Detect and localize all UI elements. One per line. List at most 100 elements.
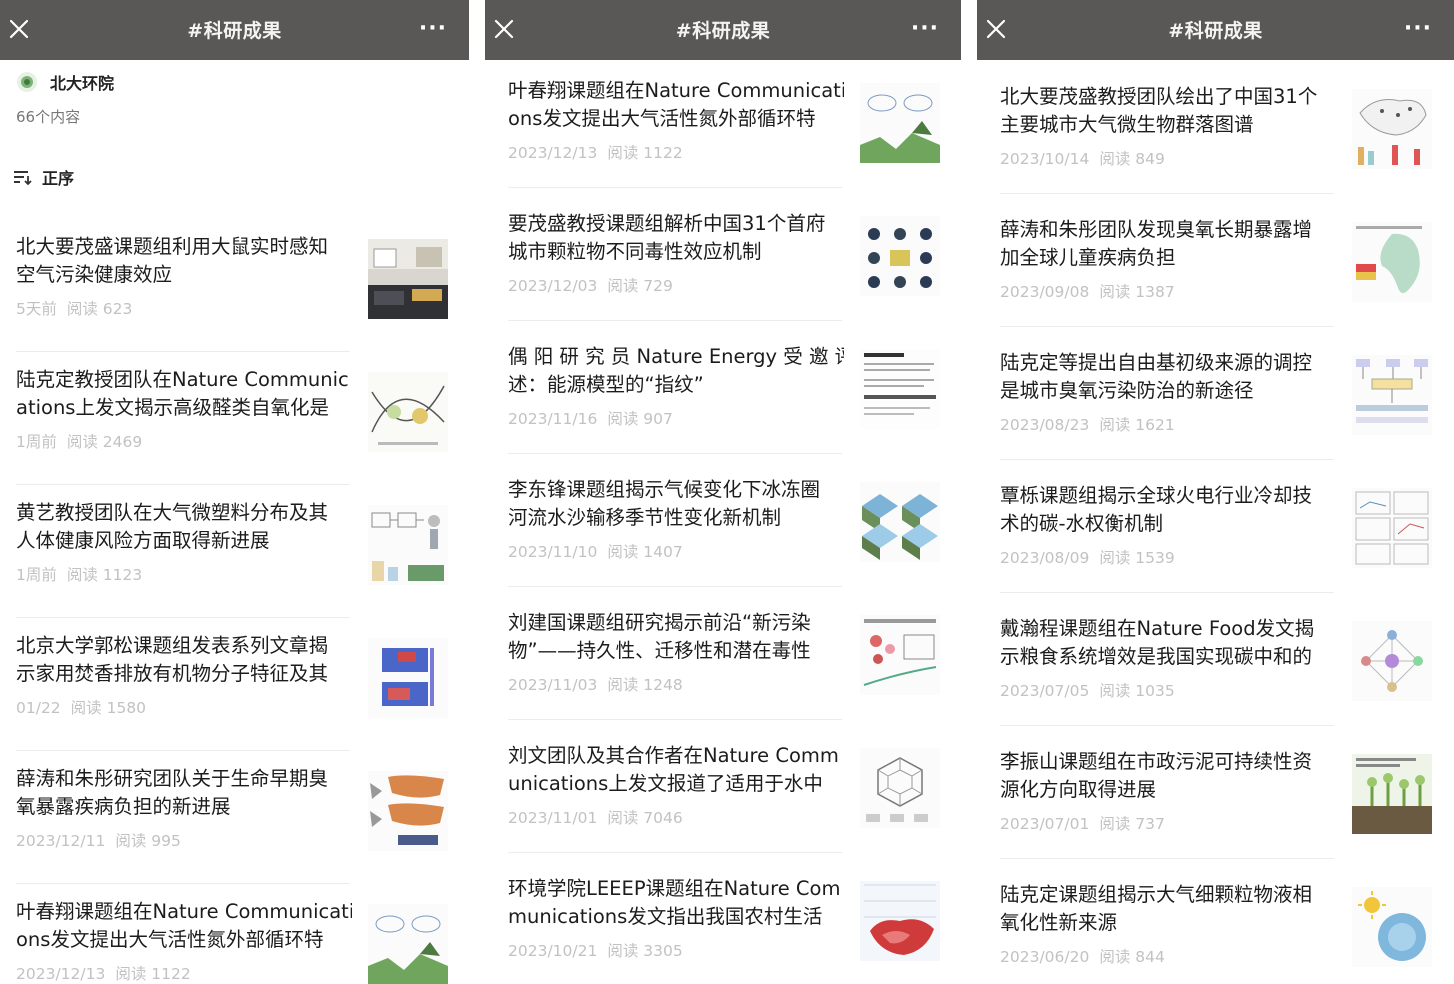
- separator: [508, 719, 842, 720]
- separator: [1000, 459, 1334, 460]
- network-diagram-icon: [1352, 621, 1432, 701]
- article-meta: 2023/12/11 阅读 995: [16, 829, 181, 851]
- sort-label: 正序: [42, 169, 75, 188]
- article-time: 2023/06/20: [1000, 948, 1090, 966]
- title-line-2: ons发文提出大气活性氮外部循环特: [508, 107, 816, 130]
- article-title: 北大要茂盛教授团队绘出了中国31个 主要城市大气微生物群落图谱: [1000, 83, 1336, 139]
- article-item[interactable]: 薛涛和朱彤团队发现臭氧长期暴露增 加全球儿童疾病负担 2023/09/08 阅读 …: [1000, 216, 1440, 327]
- article-meta: 2023/07/01 阅读 737: [1000, 812, 1165, 834]
- article-time: 2023/11/03: [508, 676, 598, 694]
- title-line-1: 陆克定课题组揭示大气细颗粒物液相: [1000, 883, 1313, 906]
- article-item[interactable]: 北大要茂盛课题组利用大鼠实时感知 空气污染健康效应 5天前 阅读 623: [16, 233, 450, 352]
- article-time: 2023/10/14: [1000, 150, 1090, 168]
- title-line-2: 氧化性新来源: [1000, 911, 1118, 934]
- article-title: 覃栎课题组揭示全球火电行业冷却技 术的碳-水权衡机制: [1000, 482, 1336, 538]
- title-line-1: 薛涛和朱彤研究团队关于生命早期臭: [16, 767, 329, 790]
- title-line-2: 源化方向取得进展: [1000, 778, 1157, 801]
- article-title: 要茂盛教授课题组解析中国31个首府 城市颗粒物不同毒性效应机制: [508, 210, 844, 266]
- article-meta: 1周前 阅读 1123: [16, 563, 142, 585]
- article-reads: 阅读 907: [607, 410, 673, 428]
- world-maps-icon: [368, 771, 448, 851]
- flow-diagram-icon: [368, 505, 448, 585]
- separator: [16, 484, 350, 485]
- article-time: 01/22: [16, 699, 61, 717]
- article-item[interactable]: 李东锋课题组揭示气候变化下冰冻圈 河流水沙输移季节性变化新机制 2023/11/…: [508, 476, 948, 587]
- article-title: 陆克定等提出自由基初级来源的调控 是城市臭氧污染防治的新途径: [1000, 349, 1336, 405]
- pollutant-diagram-icon: [860, 615, 940, 695]
- article-item[interactable]: 陆克定等提出自由基初级来源的调控 是城市臭氧污染防治的新途径 2023/08/2…: [1000, 349, 1440, 460]
- article-reads: 阅读 737: [1099, 815, 1165, 833]
- article-title: 叶春翔课题组在Nature Communicati ons发文提出大气活性氮外部…: [508, 77, 844, 133]
- article-item[interactable]: 陆克定教授团队在Nature Communic ations上发文揭示高级醛类自…: [16, 366, 450, 485]
- article-item[interactable]: 叶春翔课题组在Nature Communicati ons发文提出大气活性氮外部…: [16, 898, 450, 984]
- article-reads: 阅读 849: [1099, 150, 1165, 168]
- separator: [508, 586, 842, 587]
- title-line-1: 偶 阳 研 究 员 Nature Energy 受 邀 评: [508, 345, 844, 368]
- article-thumbnail: [1352, 222, 1432, 302]
- article-reads: 阅读 3305: [607, 942, 683, 960]
- title-line-1: 薛涛和朱彤团队发现臭氧长期暴露增: [1000, 218, 1313, 241]
- article-meta: 2023/11/03 阅读 1248: [508, 673, 683, 695]
- title-line-1: 环境学院LEEEP课题组在Nature Com: [508, 877, 841, 900]
- article-thumbnail: [368, 638, 448, 718]
- article-title: 薛涛和朱彤团队发现臭氧长期暴露增 加全球儿童疾病负担: [1000, 216, 1336, 272]
- top-bar: #科研成果 ···: [977, 0, 1454, 60]
- title-line-2: 人体健康风险方面取得新进展: [16, 529, 270, 552]
- article-item[interactable]: 戴瀚程课题组在Nature Food发文揭 示粮食系统增效是我国实现碳中和的 2…: [1000, 615, 1440, 726]
- title-line-2: 加全球儿童疾病负担: [1000, 246, 1176, 269]
- sort-icon: [14, 171, 32, 186]
- article-time: 2023/09/08: [1000, 283, 1090, 301]
- particle-grid-icon: [860, 216, 940, 296]
- article-meta: 2023/10/21 阅读 3305: [508, 939, 683, 961]
- more-icon[interactable]: ···: [419, 18, 447, 40]
- article-item[interactable]: 黄艺教授团队在大气微塑料分布及其 人体健康风险方面取得新进展 1周前 阅读 112…: [16, 499, 450, 618]
- article-time: 2023/12/13: [508, 144, 598, 162]
- article-thumbnail: [368, 372, 448, 452]
- article-thumbnail: [860, 349, 940, 429]
- article-item[interactable]: 李振山课题组在市政污泥可持续性资 源化方向取得进展 2023/07/01 阅读 7…: [1000, 748, 1440, 859]
- title-line-1: 刘文团队及其合作者在Nature Comm: [508, 744, 839, 767]
- sort-toggle[interactable]: 正序: [12, 166, 74, 188]
- article-thumbnail: [860, 83, 940, 163]
- article-title: 陆克定课题组揭示大气细颗粒物液相 氧化性新来源: [1000, 881, 1336, 937]
- article-time: 2023/11/01: [508, 809, 598, 827]
- separator: [1000, 326, 1334, 327]
- account-row[interactable]: 北大环院: [16, 70, 114, 94]
- title-line-2: unications上发文报道了适用于水中: [508, 772, 823, 795]
- top-bar: #科研成果 ···: [485, 0, 961, 60]
- article-item[interactable]: 要茂盛教授课题组解析中国31个首府 城市颗粒物不同毒性效应机制 2023/12/…: [508, 210, 948, 321]
- title-line-2: munications发文指出我国农村生活: [508, 905, 823, 928]
- article-meta: 01/22 阅读 1580: [16, 696, 146, 718]
- article-item[interactable]: 偶 阳 研 究 员 Nature Energy 受 邀 评 述：能源模型的“指纹…: [508, 343, 948, 454]
- article-thumbnail: [368, 239, 448, 319]
- article-item[interactable]: 薛涛和朱彤研究团队关于生命早期臭 氧暴露疾病负担的新进展 2023/12/11 阅…: [16, 765, 450, 884]
- article-meta: 2023/08/09 阅读 1539: [1000, 546, 1175, 568]
- panel-1: #科研成果 ··· 北大环院 66个内容 正序 北大要茂盛课题组利用大鼠实时感知…: [0, 0, 469, 984]
- article-reads: 阅读 1407: [607, 543, 683, 561]
- article-item[interactable]: 环境学院LEEEP课题组在Nature Com munications发文指出我…: [508, 875, 948, 975]
- article-item[interactable]: 刘文团队及其合作者在Nature Comm unications上发文报道了适用…: [508, 742, 948, 853]
- account-name: 北大环院: [50, 74, 115, 93]
- article-item[interactable]: 陆克定课题组揭示大气细颗粒物液相 氧化性新来源 2023/06/20 阅读 844: [1000, 881, 1440, 981]
- article-item[interactable]: 刘建国课题组研究揭示前沿“新污染 物”——持久性、迁移性和潜在毒性 2023/1…: [508, 609, 948, 720]
- more-icon[interactable]: ···: [1404, 18, 1432, 40]
- article-thumbnail: [368, 904, 448, 984]
- article-item[interactable]: 覃栎课题组揭示全球火电行业冷却技 术的碳-水权衡机制 2023/08/09 阅读 …: [1000, 482, 1440, 593]
- china-map-icon: [860, 881, 940, 961]
- article-thumbnail: [1352, 621, 1432, 701]
- page-title: #科研成果: [187, 20, 282, 42]
- article-reads: 阅读 1580: [70, 699, 147, 717]
- more-icon[interactable]: ···: [911, 18, 939, 40]
- title-line-1: 叶春翔课题组在Nature Communicati: [16, 900, 352, 923]
- article-time: 2023/11/10: [508, 543, 598, 561]
- article-reads: 阅读 1035: [1099, 682, 1175, 700]
- title-line-1: 北京大学郭松课题组发表系列文章揭: [16, 634, 329, 657]
- article-time: 5天前: [16, 300, 57, 318]
- sludge-plants-icon: [1352, 754, 1432, 834]
- title-line-1: 覃栎课题组揭示全球火电行业冷却技: [1000, 484, 1313, 507]
- article-item[interactable]: 北大要茂盛教授团队绘出了中国31个 主要城市大气微生物群落图谱 2023/10/…: [1000, 83, 1440, 194]
- article-item[interactable]: 叶春翔课题组在Nature Communicati ons发文提出大气活性氮外部…: [508, 77, 948, 188]
- article-item[interactable]: 北京大学郭松课题组发表系列文章揭 示家用焚香排放有机物分子特征及其 01/22 阅…: [16, 632, 450, 751]
- title-line-1: 北大要茂盛教授团队绘出了中国31个: [1000, 85, 1318, 108]
- article-time: 2023/11/16: [508, 410, 598, 428]
